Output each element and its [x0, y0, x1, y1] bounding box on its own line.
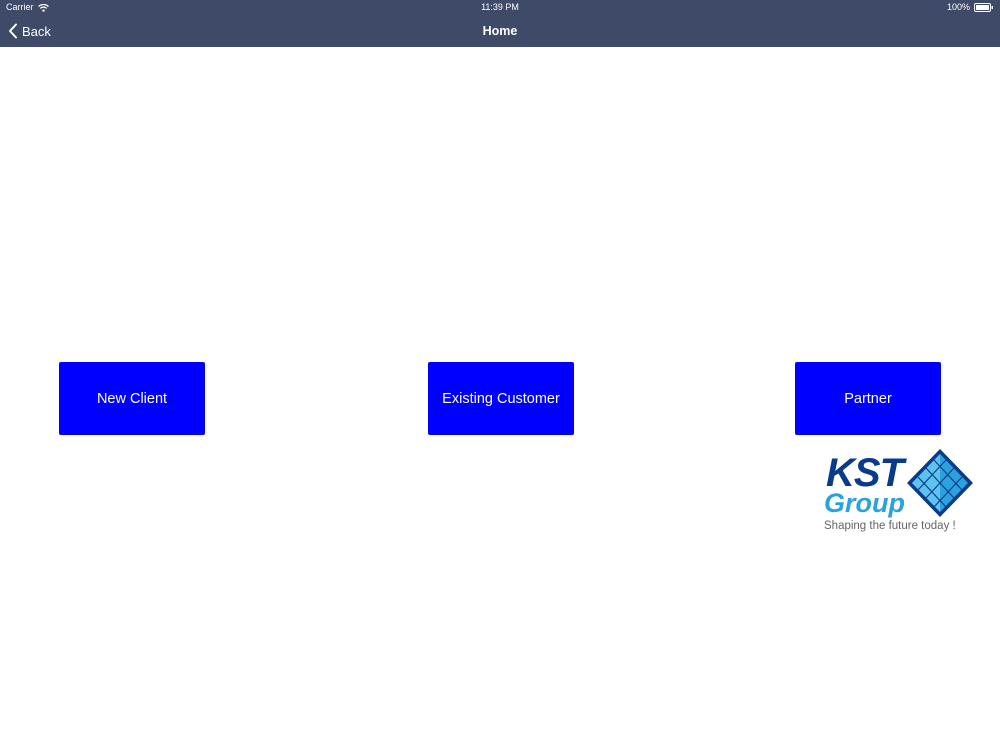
app-screen: Carrier 11:39 PM 100% Back Home New Clie… — [0, 0, 1000, 750]
battery-percent: 100% — [946, 2, 970, 12]
navigation-bar: Back Home — [0, 15, 1000, 47]
page-title: Home — [482, 24, 518, 38]
top-bar: Carrier 11:39 PM 100% Back Home — [0, 0, 1000, 47]
status-time: 11:39 PM — [481, 2, 519, 12]
pyramid-logo-icon — [907, 449, 973, 517]
partner-button[interactable]: Partner — [795, 362, 941, 435]
existing-customer-button[interactable]: Existing Customer — [428, 362, 574, 435]
status-bar: Carrier 11:39 PM 100% — [0, 0, 1000, 15]
logo-tagline: Shaping the future today ! — [824, 520, 956, 532]
kst-group-logo: KST Group Shaping the future today ! — [822, 446, 980, 538]
battery-icon — [974, 3, 994, 12]
battery-indicator: 100% — [947, 0, 994, 15]
new-client-button[interactable]: New Client — [59, 362, 205, 435]
logo-group-text: Group — [824, 488, 905, 518]
